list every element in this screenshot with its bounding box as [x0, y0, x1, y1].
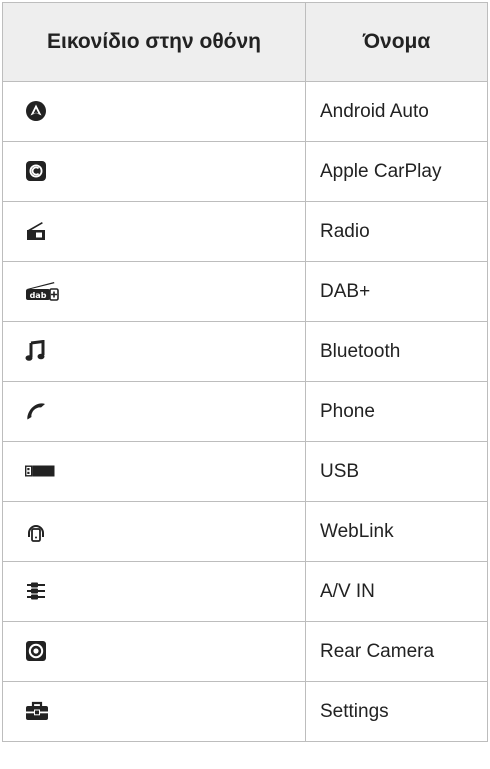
name-cell: Settings	[305, 681, 488, 742]
table-row: Phone	[2, 381, 488, 442]
name-cell: Android Auto	[305, 81, 488, 142]
icon-table: Εικονίδιο στην οθόνη Όνομα Android Auto …	[2, 2, 488, 742]
icon-cell	[2, 321, 306, 382]
header-name-column: Όνομα	[305, 2, 488, 82]
usb-icon	[25, 464, 55, 478]
name-cell: A/V IN	[305, 561, 488, 622]
name-cell: Radio	[305, 201, 488, 262]
icon-cell	[2, 441, 306, 502]
icon-cell	[2, 381, 306, 442]
settings-toolbox-icon	[25, 700, 49, 722]
icon-cell	[2, 141, 306, 202]
icon-cell	[2, 501, 306, 562]
dab-plus-icon: dab	[25, 280, 59, 302]
name-cell: Apple CarPlay	[305, 141, 488, 202]
name-cell: WebLink	[305, 501, 488, 562]
table-header-row: Εικονίδιο στην οθόνη Όνομα	[2, 2, 488, 82]
table-row: A/V IN	[2, 561, 488, 622]
apple-carplay-icon	[25, 160, 47, 182]
header-icon-column: Εικονίδιο στην οθόνη	[2, 2, 306, 82]
table-row: Bluetooth	[2, 321, 488, 382]
icon-cell: dab	[2, 261, 306, 322]
name-cell: DAB+	[305, 261, 488, 322]
rear-camera-icon	[25, 640, 47, 662]
name-cell: Rear Camera	[305, 621, 488, 682]
table-row: Rear Camera	[2, 621, 488, 682]
name-cell: Bluetooth	[305, 321, 488, 382]
table-row: Settings	[2, 681, 488, 742]
name-cell: USB	[305, 441, 488, 502]
table-row: USB	[2, 441, 488, 502]
av-in-icon	[25, 580, 47, 602]
table-row: Android Auto	[2, 81, 488, 142]
radio-icon	[25, 220, 47, 242]
table-row: Radio	[2, 201, 488, 262]
weblink-icon	[25, 520, 47, 543]
table-row: Apple CarPlay	[2, 141, 488, 202]
android-auto-icon	[25, 100, 47, 122]
bluetooth-music-icon	[25, 340, 47, 362]
icon-cell	[2, 681, 306, 742]
svg-text:dab: dab	[30, 291, 47, 300]
table-row: dab DAB+	[2, 261, 488, 322]
icon-cell	[2, 81, 306, 142]
icon-cell	[2, 621, 306, 682]
name-cell: Phone	[305, 381, 488, 442]
icon-cell	[2, 201, 306, 262]
phone-icon	[25, 400, 47, 422]
icon-cell	[2, 561, 306, 622]
table-row: WebLink	[2, 501, 488, 562]
